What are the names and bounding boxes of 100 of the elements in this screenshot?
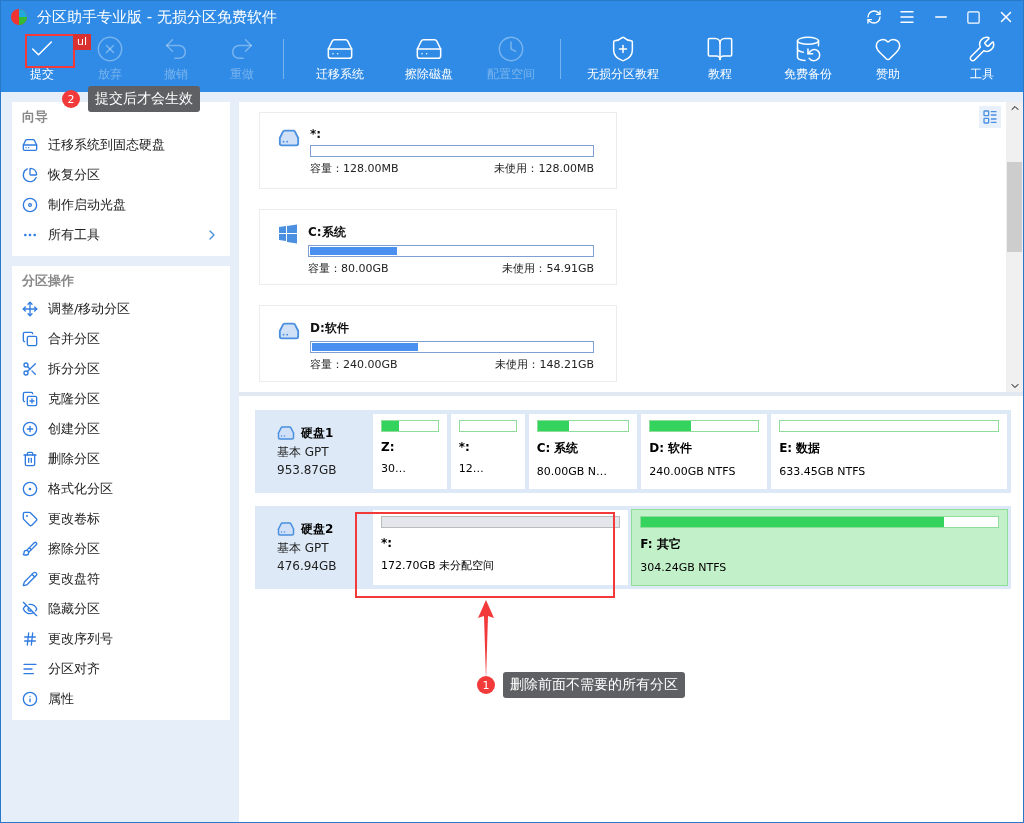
sidebar-item[interactable]: 删除分区 xyxy=(12,444,230,474)
sidebar-item[interactable]: 分区对齐 xyxy=(12,654,230,684)
toolbar-button[interactable]: 擦除磁盘 xyxy=(388,33,470,83)
sidebar-item[interactable]: 所有工具 xyxy=(12,220,230,250)
section-title: 分区操作 xyxy=(21,272,75,290)
hash-icon xyxy=(22,631,38,647)
partition-name: *: xyxy=(381,536,394,550)
sidebar-item[interactable]: 制作启动光盘 xyxy=(12,190,230,220)
list-view-icon xyxy=(982,109,998,125)
window-title: 分区助手专业版 - 无损分区免费软件 xyxy=(37,7,278,27)
pie-chart-icon xyxy=(22,167,38,183)
sidebar-item[interactable]: 拆分分区 xyxy=(12,354,230,384)
partition-name: C: 系统 xyxy=(536,440,580,457)
menu-icon[interactable] xyxy=(898,8,916,26)
free-space-text: 未使用：148.21GB xyxy=(495,357,594,373)
section-title: 向导 xyxy=(21,108,49,126)
sidebar-item[interactable]: 调整/移动分区 xyxy=(12,294,230,324)
partition-name: C:系统 xyxy=(308,223,347,241)
partition-card[interactable]: *: 容量：128.00MB 未使用：128.00MB xyxy=(259,112,617,189)
copy-icon xyxy=(22,331,38,347)
info-icon xyxy=(22,691,38,707)
partition-info: 240.00GB NTFS xyxy=(649,465,737,478)
circle-icon xyxy=(22,481,38,497)
move-icon xyxy=(22,301,38,317)
capacity-text: 容量：240.00GB xyxy=(310,357,398,373)
toolbar-button[interactable]: 教程 xyxy=(677,33,763,83)
align-icon xyxy=(22,661,38,677)
toolbar-button[interactable]: 工具 xyxy=(947,33,1017,83)
annotation-tooltip: 删除前面不需要的所有分区 xyxy=(503,672,685,698)
partition-block[interactable]: *: 172.70GB 未分配空间 xyxy=(373,510,629,585)
partition-name: E: 数据 xyxy=(779,440,822,457)
free-space-text: 未使用：54.91GB xyxy=(502,260,594,276)
partition-card[interactable]: D:软件 容量：240.00GB 未使用：148.21GB xyxy=(259,305,617,382)
windows-icon xyxy=(278,223,298,244)
partition-block[interactable]: C: 系统 80.00GB N… xyxy=(528,414,638,489)
sidebar-item[interactable]: 合并分区 xyxy=(12,324,230,354)
sidebar-item[interactable]: 创建分区 xyxy=(12,414,230,444)
tag-icon xyxy=(22,511,38,527)
partition-info: 633.45GB NTFS xyxy=(779,465,867,478)
partition-name: D:软件 xyxy=(310,320,350,338)
partition-name: D: 软件 xyxy=(649,440,694,457)
partition-info: 304.24GB NTFS xyxy=(640,561,728,574)
free-space-text: 未使用：128.00MB xyxy=(494,161,594,176)
brush-icon xyxy=(22,541,38,557)
sidebar-item[interactable]: 克隆分区 xyxy=(12,384,230,414)
step-number: 1 xyxy=(477,676,495,694)
partition-name: F: 其它 xyxy=(640,536,682,553)
sidebar-item[interactable]: 迁移系统到固态硬盘 xyxy=(12,130,230,160)
partition-block[interactable]: D: 软件 240.00GB NTFS xyxy=(641,414,768,489)
disk-size: 476.94GB xyxy=(277,559,338,573)
scrollbar[interactable] xyxy=(1006,102,1023,392)
sidebar-item[interactable]: 更改卷标 xyxy=(12,504,230,534)
refresh-icon[interactable] xyxy=(866,9,882,25)
trash-icon xyxy=(22,451,38,467)
close-circle-icon xyxy=(95,35,125,63)
capacity-text: 容量：80.00GB xyxy=(308,260,389,276)
partition-block[interactable]: Z: 30… xyxy=(373,414,447,489)
partition-block[interactable]: F: 其它 304.24GB NTFS xyxy=(632,510,1007,585)
toolbar-button[interactable]: 免费备份 xyxy=(763,33,853,83)
app-logo-icon xyxy=(9,8,29,26)
drive-icon xyxy=(277,520,295,538)
partition-name: Z: xyxy=(381,440,396,454)
book-icon xyxy=(705,35,735,63)
sidebar-item[interactable]: 恢复分区 xyxy=(12,160,230,190)
partition-name: *: xyxy=(458,440,471,454)
partition-info: 30… xyxy=(381,462,407,475)
sidebar-item[interactable]: 格式化分区 xyxy=(12,474,230,504)
view-toggle-button[interactable] xyxy=(979,106,1001,128)
toolbar-button[interactable]: 迁移系统 xyxy=(292,33,388,83)
drive-icon xyxy=(278,127,300,149)
copy-plus-icon xyxy=(22,391,38,407)
disk-size: 953.87GB xyxy=(277,463,338,477)
partition-block[interactable]: *: 12… xyxy=(450,414,525,489)
drive-icon xyxy=(22,137,38,153)
maximize-icon[interactable] xyxy=(966,9,981,25)
sidebar-item[interactable]: 属性 xyxy=(12,684,230,714)
capacity-text: 容量：128.00MB xyxy=(310,161,399,176)
sidebar-item[interactable]: 更改盘符 xyxy=(12,564,230,594)
sidebar-item[interactable]: 更改序列号 xyxy=(12,624,230,654)
toolbar-button[interactable]: 赞助 xyxy=(853,33,923,83)
toolbar-button[interactable]: 无损分区教程 xyxy=(569,33,677,83)
disc-icon xyxy=(22,197,38,213)
partition-name: *: xyxy=(310,127,323,141)
disk-type: 基本 GPT xyxy=(277,540,330,557)
scissors-icon xyxy=(22,361,38,377)
partition-card[interactable]: C:系统 容量：80.00GB 未使用：54.91GB xyxy=(259,208,617,286)
partition-block[interactable]: E: 数据 633.45GB NTFS xyxy=(771,414,1007,489)
disk-type: 基本 GPT xyxy=(277,444,330,461)
eye-off-icon xyxy=(22,601,38,617)
wrench-icon xyxy=(967,35,997,63)
badge: ul xyxy=(73,34,91,50)
sidebar-item[interactable]: 擦除分区 xyxy=(12,534,230,564)
sidebar-item[interactable]: 隐藏分区 xyxy=(12,594,230,624)
partition-info: 80.00GB N… xyxy=(536,465,608,478)
disk-name: 硬盘2 xyxy=(301,520,334,538)
plus-circle-icon xyxy=(22,421,38,437)
drive-icon xyxy=(277,424,295,442)
annotation-tooltip: 提交后才会生效 xyxy=(88,86,200,112)
disk-name: 硬盘1 xyxy=(301,424,334,442)
usage-bar xyxy=(458,420,517,432)
